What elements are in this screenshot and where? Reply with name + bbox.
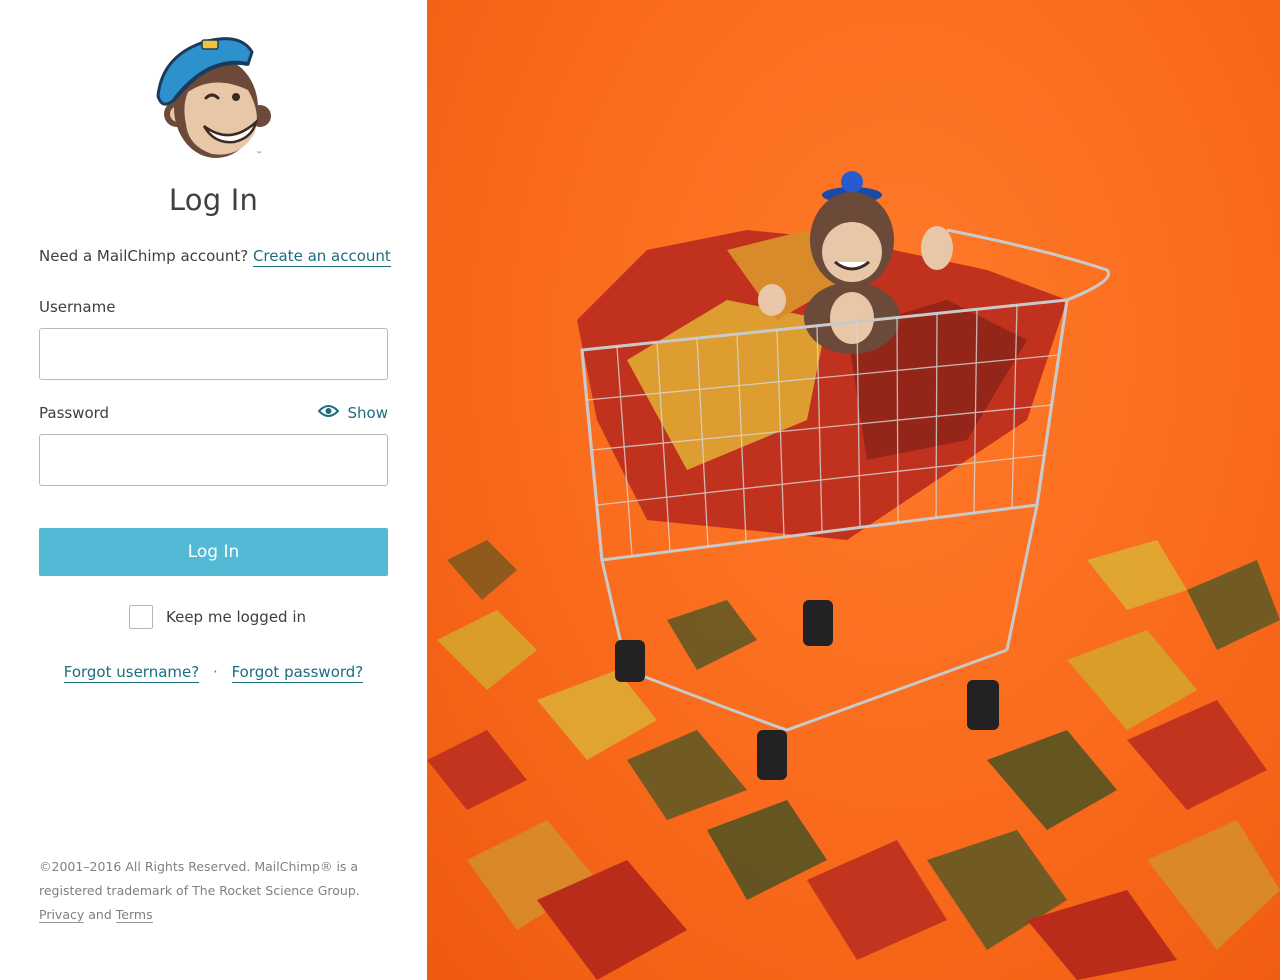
copyright-line-2: registered trademark of The Rocket Scien…: [39, 883, 360, 898]
page-title: Log In: [168, 183, 259, 217]
login-button[interactable]: Log In: [39, 528, 388, 576]
keep-logged-in-checkbox[interactable]: [129, 605, 153, 629]
eye-icon: [317, 404, 339, 422]
login-panel: ™ Log In Need a MailChimp account? Creat…: [0, 0, 427, 980]
footer-links: Privacy and Terms: [39, 903, 369, 927]
show-password-label: Show: [347, 404, 388, 422]
forgot-password-link[interactable]: Forgot password?: [231, 663, 364, 683]
forgot-links: Forgot username? · Forgot password?: [0, 663, 427, 683]
signup-prompt: Need a MailChimp account? Create an acco…: [39, 247, 391, 267]
privacy-link[interactable]: Privacy: [39, 907, 85, 923]
keep-logged-in-label[interactable]: Keep me logged in: [166, 608, 306, 626]
freddie-logo-icon[interactable]: ™: [152, 34, 276, 162]
keep-logged-in: Keep me logged in: [129, 605, 306, 629]
signup-prompt-text: Need a MailChimp account?: [39, 247, 249, 265]
svg-text:™: ™: [256, 151, 262, 158]
shopping-cart-with-leaves-illustration: [427, 171, 1280, 980]
username-label: Username: [39, 298, 116, 316]
footer: ©2001–2016 All Rights Reserved. MailChim…: [39, 855, 369, 927]
password-input[interactable]: [39, 434, 388, 486]
forgot-username-link[interactable]: Forgot username?: [63, 663, 200, 683]
copyright-line-1: ©2001–2016 All Rights Reserved. MailChim…: [39, 859, 359, 874]
password-label: Password: [39, 404, 110, 422]
hero-photo: [427, 0, 1280, 980]
cart-leaves: [577, 230, 1067, 540]
show-password-toggle[interactable]: Show: [317, 404, 388, 422]
footer-and-text: and: [88, 907, 112, 922]
create-account-link[interactable]: Create an account: [252, 247, 391, 267]
username-input[interactable]: [39, 328, 388, 380]
terms-link[interactable]: Terms: [115, 907, 153, 923]
forgot-separator: ·: [213, 663, 218, 681]
floor-leaves: [427, 540, 1280, 980]
login-page: ™ Log In Need a MailChimp account? Creat…: [0, 0, 1280, 980]
